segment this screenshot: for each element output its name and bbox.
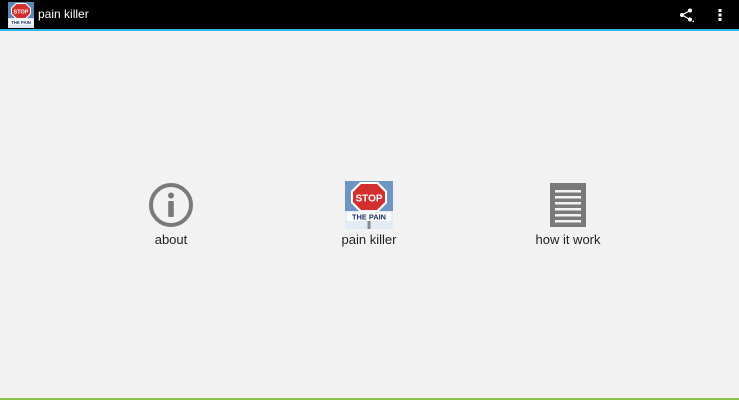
overflow-menu-icon [718, 8, 722, 21]
stop-text: STOP [355, 194, 382, 205]
info-icon [149, 183, 193, 227]
about-tile[interactable]: about [101, 181, 241, 248]
stop-the-pain-icon[interactable]: STOP THE PAIN [8, 2, 34, 28]
pain-killer-tile[interactable]: STOP THE PAIN pain killer [299, 181, 439, 248]
the-pain-text: THE PAIN [352, 213, 386, 222]
how-it-work-label: how it work [535, 232, 601, 247]
share-button[interactable] [672, 0, 700, 29]
main-grid: about STOP THE PAIN pain killer how it w… [0, 31, 739, 398]
about-label: about [154, 232, 188, 247]
share-icon [680, 8, 694, 22]
the-pain-text: THE PAIN [11, 20, 31, 25]
action-bar: STOP THE PAIN pain killer [0, 0, 739, 31]
stop-text: STOP [14, 10, 29, 16]
document-lines-icon [550, 183, 586, 227]
pain-killer-label: pain killer [341, 232, 397, 247]
stop-the-pain-icon: STOP THE PAIN [345, 181, 393, 229]
overflow-menu-button[interactable] [706, 0, 734, 29]
app-title: pain killer [38, 7, 89, 21]
how-it-work-tile[interactable]: how it work [498, 181, 638, 248]
